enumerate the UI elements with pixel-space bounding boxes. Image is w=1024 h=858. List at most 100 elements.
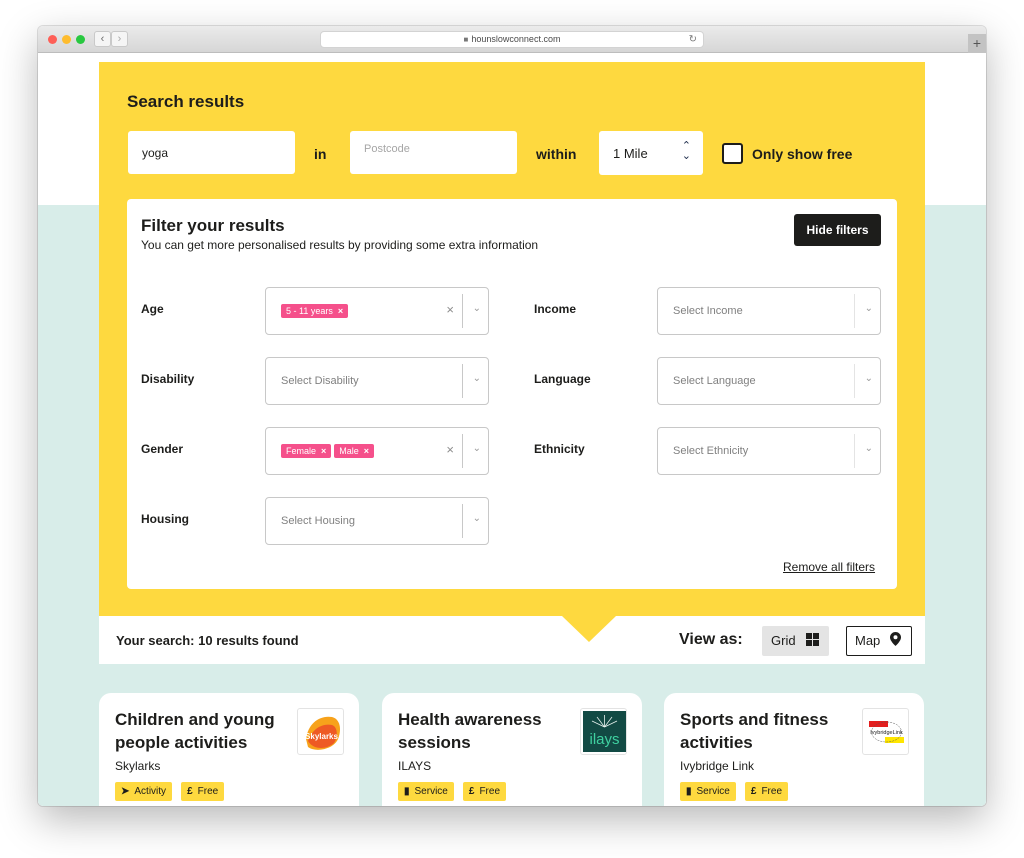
results-bar: Your search: 10 results found View as: G… [99,616,925,664]
chevron-down-icon[interactable]: ⌄ [865,443,873,454]
gender-label: Gender [141,442,184,456]
pound-icon: £ [750,786,757,797]
card-organisation: Skylarks [115,759,161,773]
chevron-down-icon[interactable]: ⌄ [865,303,873,314]
card-title[interactable]: Sports and fitness activities [680,708,850,754]
income-select[interactable]: Select Income ⌄ [657,287,881,335]
select-separator [854,434,855,468]
url-text: hounslowconnect.com [471,34,561,44]
postcode-input[interactable]: Postcode [350,131,517,174]
free-badge: £ Free [181,782,225,801]
grid-view-button[interactable]: Grid [762,626,829,656]
income-label: Income [534,302,577,316]
card-title[interactable]: Health awareness sessions [398,708,568,754]
disability-placeholder: Select Disability [281,375,359,387]
clipboard-icon: ▮ [686,786,692,797]
card-organisation: ILAYS [398,759,432,773]
clear-icon[interactable]: × [446,302,454,317]
result-card[interactable]: Sports and fitness activities Ivybridge … [664,693,924,806]
result-card[interactable]: Health awareness sessions ILAYS ilays ▮ S… [382,693,642,806]
only-free-checkbox[interactable] [722,143,743,164]
pound-icon: £ [187,786,193,797]
radius-select[interactable]: 1 Mile ⌃ ⌄ [599,131,703,175]
gender-select[interactable]: Female × Male × × ⌄ [265,427,489,475]
map-pin-icon [889,632,901,646]
ilays-logo: ilays [580,708,627,755]
card-title[interactable]: Children and young people activities [115,708,285,754]
new-tab-button[interactable]: + [968,34,986,53]
filter-subtitle: You can get more personalised results by… [141,238,539,252]
gender-tag: Female × [281,444,332,458]
remove-tag-icon[interactable]: × [321,446,326,456]
language-select[interactable]: Select Language ⌄ [657,357,881,405]
select-separator [462,504,463,538]
chevron-down-icon[interactable]: ⌄ [473,303,481,314]
gender-tag: Male × [334,444,375,458]
hide-filters-button[interactable]: Hide filters [794,214,881,246]
card-organisation: Ivybridge Link [680,759,755,773]
panel-pointer [562,616,616,642]
chevron-down-icon[interactable]: ⌄ [473,443,481,454]
filter-panel: Filter your results You can get more per… [127,199,897,589]
chevron-down-icon[interactable]: ⌄ [473,373,481,384]
only-free-label[interactable]: Only show free [752,146,852,162]
remove-tag-icon[interactable]: × [364,446,369,456]
disability-label: Disability [141,372,195,386]
chevron-down-icon[interactable]: ⌄ [865,373,873,384]
remove-tag-icon[interactable]: × [338,306,343,316]
language-label: Language [534,372,591,386]
clear-icon[interactable]: × [446,442,454,457]
income-placeholder: Select Income [673,305,743,317]
search-panel: Search results yoga in Postcode within 1… [99,62,925,616]
ethnicity-select[interactable]: Select Ethnicity ⌄ [657,427,881,475]
map-view-button[interactable]: Map [846,626,912,656]
pound-icon: £ [468,786,475,797]
results-count: Your search: 10 results found [116,633,299,648]
language-placeholder: Select Language [673,375,756,387]
browser-window: ‹ › ■ hounslowconnect.com ↻ + Search resu… [38,26,986,806]
address-bar[interactable]: ■ hounslowconnect.com ↻ [320,31,704,48]
page-title: Search results [127,92,245,111]
activity-badge: ➤ Activity [115,782,173,801]
ethnicity-placeholder: Select Ethnicity [673,445,749,457]
age-label: Age [141,302,164,316]
chevron-down-icon[interactable]: ⌄ [473,513,481,524]
chevron-up-down-icon: ⌃ ⌄ [681,140,691,162]
lock-icon: ■ [463,35,469,44]
in-label: in [314,146,327,162]
skylarks-logo: Skylarks [297,708,344,755]
view-as-label: View as: [679,631,743,648]
page-content: Search results yoga in Postcode within 1… [38,53,986,806]
free-badge: £ Free [744,782,788,801]
housing-placeholder: Select Housing [281,515,355,527]
svg-text:IvybridgeLink: IvybridgeLink [870,730,903,736]
paper-plane-icon: ➤ [121,786,130,797]
select-separator [462,294,463,328]
remove-all-filters-link[interactable]: Remove all filters [783,560,875,574]
keyword-input[interactable]: yoga [128,131,295,174]
minimize-window-button[interactable] [62,35,71,44]
maximize-window-button[interactable] [76,35,85,44]
svg-text:Skylarks: Skylarks [305,732,338,741]
select-separator [462,364,463,398]
free-badge: £ Free [462,782,506,801]
select-separator [854,294,855,328]
forward-button[interactable]: › [111,31,128,47]
filter-title: Filter your results [141,216,285,235]
age-select[interactable]: 5 - 11 years × × ⌄ [265,287,489,335]
close-window-button[interactable] [48,35,57,44]
disability-select[interactable]: Select Disability ⌄ [265,357,489,405]
svg-text:ilays: ilays [589,731,619,748]
age-tag: 5 - 11 years × [281,304,349,318]
back-button[interactable]: ‹ [94,31,111,47]
result-card[interactable]: Children and young people activities Sky… [99,693,359,806]
reload-icon[interactable]: ↻ [689,32,697,47]
housing-select[interactable]: Select Housing ⌄ [265,497,489,545]
browser-titlebar: ‹ › ■ hounslowconnect.com ↻ + [38,26,986,53]
grid-icon [806,633,820,646]
within-label: within [536,146,577,162]
radius-value: 1 Mile [613,146,648,161]
service-badge: ▮ Service [398,782,454,801]
ethnicity-label: Ethnicity [534,442,585,456]
housing-label: Housing [141,512,189,526]
